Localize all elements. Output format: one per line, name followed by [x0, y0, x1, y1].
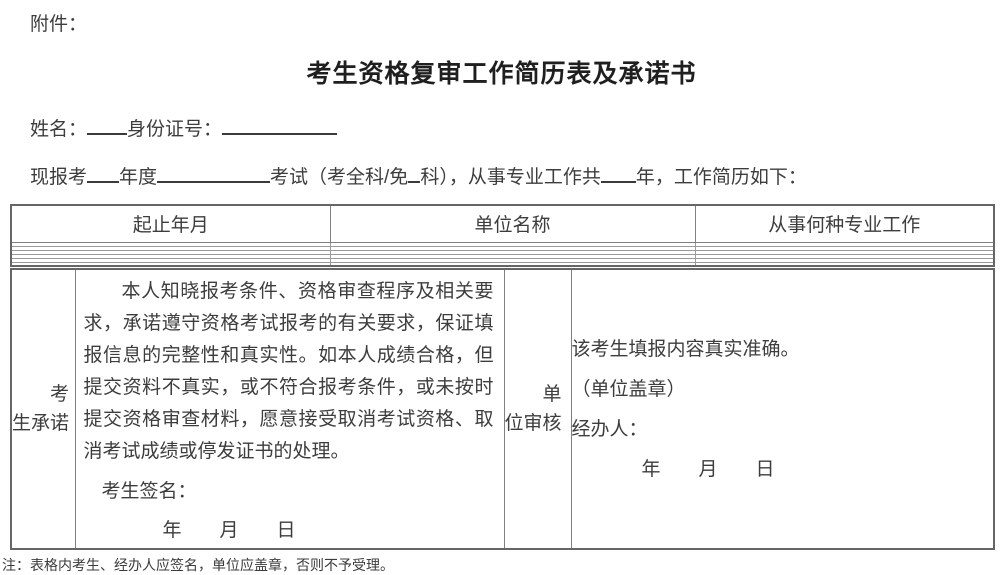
name-label: 姓名：	[30, 119, 87, 140]
apply-segment-4: 科），从事专业工作共	[420, 167, 601, 188]
name-id-line: 姓名： 身份证号：	[30, 114, 1003, 141]
attachment-label: 附件：	[0, 0, 1003, 36]
name-blank-field	[87, 117, 127, 135]
unit-review-label: 单位审核	[505, 380, 571, 438]
apply-segment-3: 考试（考全科/免	[270, 167, 408, 188]
exam-year-blank-field	[87, 165, 119, 183]
header-professional-work: 从事何种专业工作	[695, 205, 994, 242]
unit-handler-label: 经办人：	[572, 418, 994, 441]
unit-statement: 该考生填报内容真实准确。	[572, 338, 994, 361]
id-blank-field	[222, 117, 337, 135]
id-label: 身份证号：	[127, 119, 222, 140]
commitment-review-table: 考生承诺 本人知晓报考条件、资格审查程序及相关要求，承诺遵守资格考试报考的有关要…	[10, 268, 995, 550]
apply-segment-5: 年，工作简历如下：	[636, 167, 807, 188]
unit-review-label-cell: 单位审核	[504, 269, 571, 549]
apply-segment-2: 年度	[119, 167, 157, 188]
unit-review-cell: 该考生填报内容真实准确。 （单位盖章） 经办人： 年 月 日	[571, 269, 994, 549]
candidate-commitment-label: 考生承诺	[12, 380, 75, 438]
commitment-review-row: 考生承诺 本人知晓报考条件、资格审查程序及相关要求，承诺遵守资格考试报考的有关要…	[11, 269, 994, 549]
candidate-signature-label: 考生签名：	[76, 476, 504, 503]
candidate-commitment-label-cell: 考生承诺	[11, 269, 75, 549]
commitment-paragraph: 本人知晓报考条件、资格审查程序及相关要求，承诺遵守资格考试报考的有关要求，保证填…	[84, 276, 494, 468]
history-header-row: 起止年月 单位名称 从事何种专业工作	[11, 205, 994, 242]
exam-apply-line: 现报考 年度 考试（考全科/免科），从事专业工作共 年，工作简历如下：	[30, 162, 1003, 189]
apply-segment-1: 现报考	[30, 167, 87, 188]
work-years-blank-field	[601, 165, 636, 183]
unit-seal-label: （单位盖章）	[572, 378, 994, 401]
header-unit-name: 单位名称	[330, 205, 695, 242]
candidate-date-line: 年 月 日	[76, 515, 504, 542]
work-history-table: 起止年月 单位名称 从事何种专业工作	[10, 204, 995, 267]
header-start-end-date: 起止年月	[11, 205, 330, 242]
footnote: 注：表格内考生、经办人应签名，单位应盖章，否则不予受理。	[2, 555, 1003, 575]
exam-name-blank-field	[157, 165, 270, 183]
unit-date-line: 年 月 日	[572, 458, 994, 481]
page-title: 考生资格复审工作简历表及承诺书	[0, 54, 1003, 90]
candidate-commitment-cell: 本人知晓报考条件、资格审查程序及相关要求，承诺遵守资格考试报考的有关要求，保证填…	[75, 269, 504, 549]
exempt-subject-blank-field	[408, 165, 420, 183]
history-empty-row	[11, 262, 994, 266]
